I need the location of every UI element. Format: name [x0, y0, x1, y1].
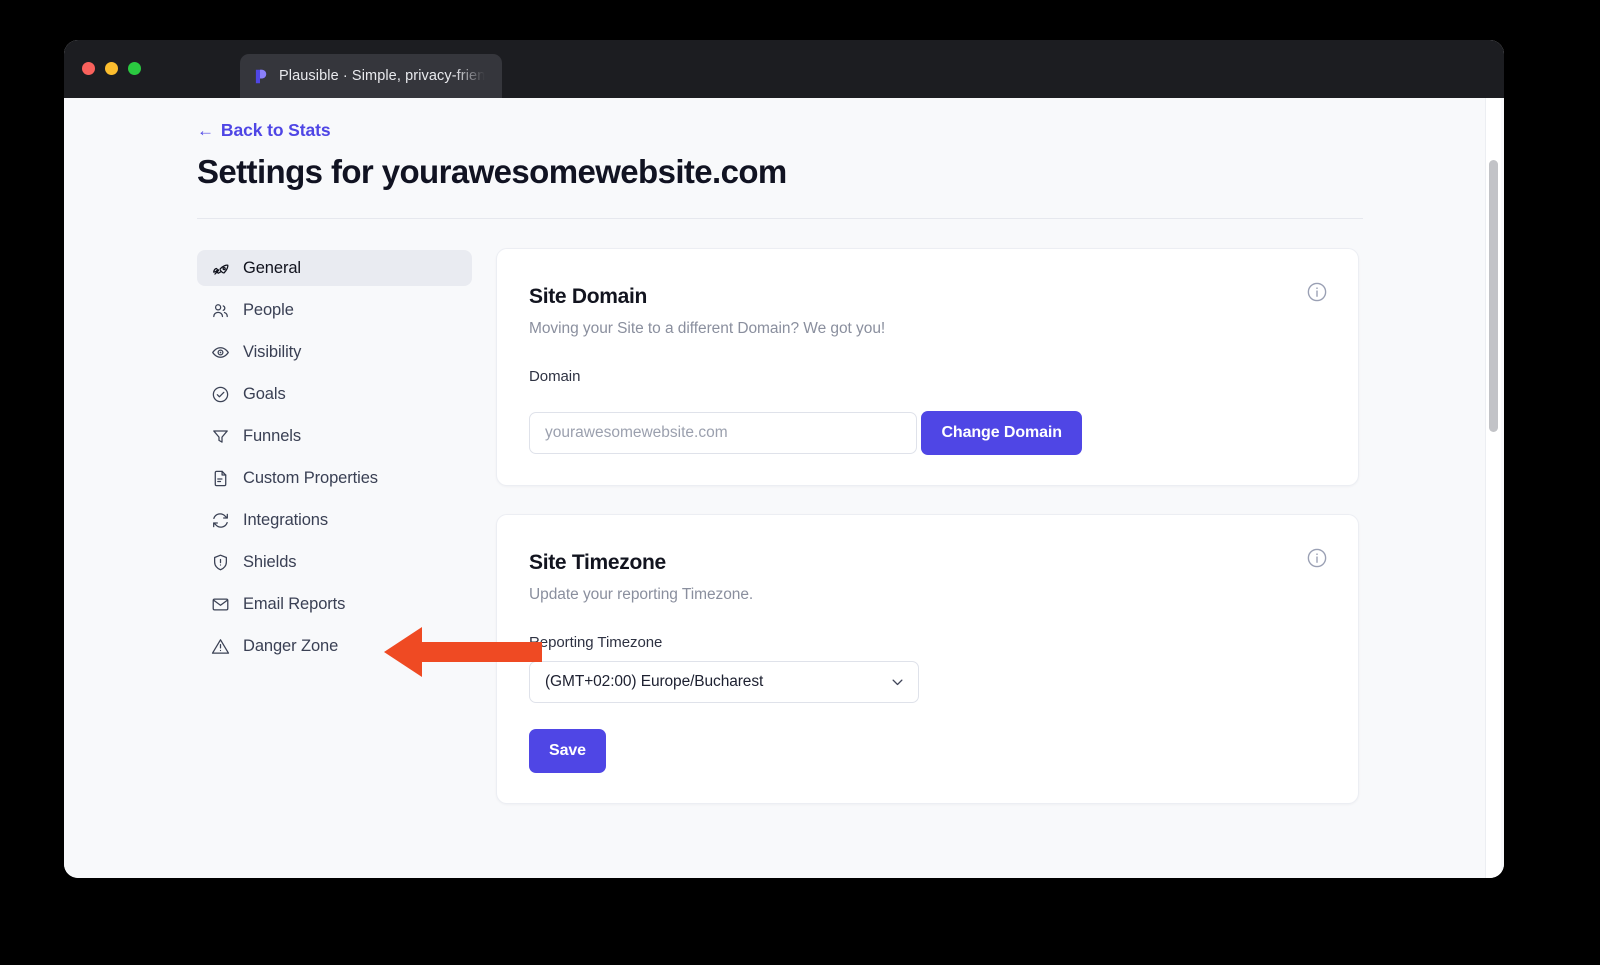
- info-icon[interactable]: [1306, 281, 1328, 303]
- timezone-select[interactable]: (GMT+02:00) Europe/Bucharest: [529, 661, 919, 703]
- sidebar-item-label: Goals: [243, 384, 286, 403]
- timezone-select-wrapper: (GMT+02:00) Europe/Bucharest: [529, 661, 919, 703]
- timezone-field-label: Reporting Timezone: [529, 634, 663, 651]
- card-subtitle: Update your reporting Timezone.: [529, 586, 754, 603]
- domain-input[interactable]: [529, 412, 917, 454]
- card-title: Site Domain: [529, 285, 648, 308]
- site-domain-card: Site Domain Moving your Site to a differ…: [496, 248, 1359, 486]
- browser-tab-plausible[interactable]: Plausible · Simple, privacy-frien: [240, 54, 502, 98]
- sidebar-item-visibility[interactable]: Visibility: [197, 334, 472, 370]
- sidebar-item-label: People: [243, 300, 294, 319]
- save-timezone-button[interactable]: Save: [529, 729, 606, 773]
- sidebar-item-email-reports[interactable]: Email Reports: [197, 586, 472, 622]
- page-scrollbar[interactable]: [1485, 98, 1501, 878]
- back-to-stats-link[interactable]: ← Back to Stats: [197, 120, 331, 141]
- sidebar-item-general[interactable]: General: [197, 250, 472, 286]
- header-divider: [197, 218, 1363, 219]
- rocket-icon: [213, 263, 229, 275]
- site-timezone-card: Site Timezone Update your reporting Time…: [496, 514, 1359, 804]
- settings-layout: General People Visibility Goals Funnels …: [197, 248, 1369, 832]
- browser-window: Plausible · Simple, privacy-frien ← Back…: [64, 40, 1504, 878]
- sidebar-item-label: Shields: [243, 552, 297, 571]
- card-subtitle: Moving your Site to a different Domain? …: [529, 320, 886, 337]
- settings-sidebar: General People Visibility Goals Funnels …: [197, 248, 472, 832]
- maximize-window-button[interactable]: [128, 62, 141, 75]
- funnel-icon: [213, 429, 228, 443]
- envelope-icon: [212, 597, 229, 611]
- sidebar-item-label: Visibility: [243, 342, 302, 361]
- page-title: Settings for yourawesomewebsite.com: [197, 153, 787, 190]
- minimize-window-button[interactable]: [105, 62, 118, 75]
- page-content: ← Back to Stats Settings for yourawesome…: [197, 98, 1369, 832]
- sidebar-item-label: Funnels: [243, 426, 302, 445]
- check-circle-icon: [212, 386, 229, 402]
- sidebar-item-label: Danger Zone: [243, 636, 339, 655]
- info-icon[interactable]: [1306, 547, 1328, 569]
- sidebar-item-shields[interactable]: Shields: [197, 544, 472, 580]
- people-icon: [213, 303, 228, 317]
- domain-field-label: Domain: [529, 368, 581, 385]
- back-to-stats-label: Back to Stats: [220, 120, 331, 140]
- tab-title: Plausible · Simple, privacy-frien: [279, 68, 486, 84]
- warning-triangle-icon: [211, 638, 230, 654]
- sidebar-item-label: Custom Properties: [243, 468, 378, 487]
- sidebar-item-danger-zone[interactable]: Danger Zone: [197, 628, 472, 664]
- card-title: Site Timezone: [529, 551, 666, 574]
- sidebar-item-custom-properties[interactable]: Custom Properties: [197, 460, 472, 496]
- change-domain-button[interactable]: Change Domain: [921, 411, 1082, 455]
- sidebar-item-people[interactable]: People: [197, 292, 472, 328]
- refresh-icon: [213, 512, 228, 528]
- close-window-button[interactable]: [82, 62, 95, 75]
- sidebar-item-funnels[interactable]: Funnels: [197, 418, 472, 454]
- settings-cards: Site Domain Moving your Site to a differ…: [496, 248, 1369, 832]
- scrollbar-thumb[interactable]: [1489, 160, 1498, 432]
- settings-page: ← Back to Stats Settings for yourawesome…: [64, 98, 1504, 878]
- sidebar-item-label: General: [243, 258, 302, 277]
- tab-strip: Plausible · Simple, privacy-frien: [240, 40, 502, 98]
- eye-icon: [212, 346, 229, 358]
- sidebar-item-integrations[interactable]: Integrations: [197, 502, 472, 538]
- document-icon: [214, 470, 227, 486]
- sidebar-item-label: Email Reports: [243, 594, 346, 613]
- sidebar-item-goals[interactable]: Goals: [197, 376, 472, 412]
- window-controls: [82, 62, 141, 75]
- page-viewport: ← Back to Stats Settings for yourawesome…: [64, 98, 1504, 878]
- browser-titlebar: Plausible · Simple, privacy-frien: [64, 40, 1504, 98]
- arrow-left-icon: ←: [197, 121, 214, 140]
- plausible-logo-icon: [255, 69, 267, 83]
- shield-exclamation-icon: [214, 554, 227, 570]
- sidebar-item-label: Integrations: [243, 510, 329, 529]
